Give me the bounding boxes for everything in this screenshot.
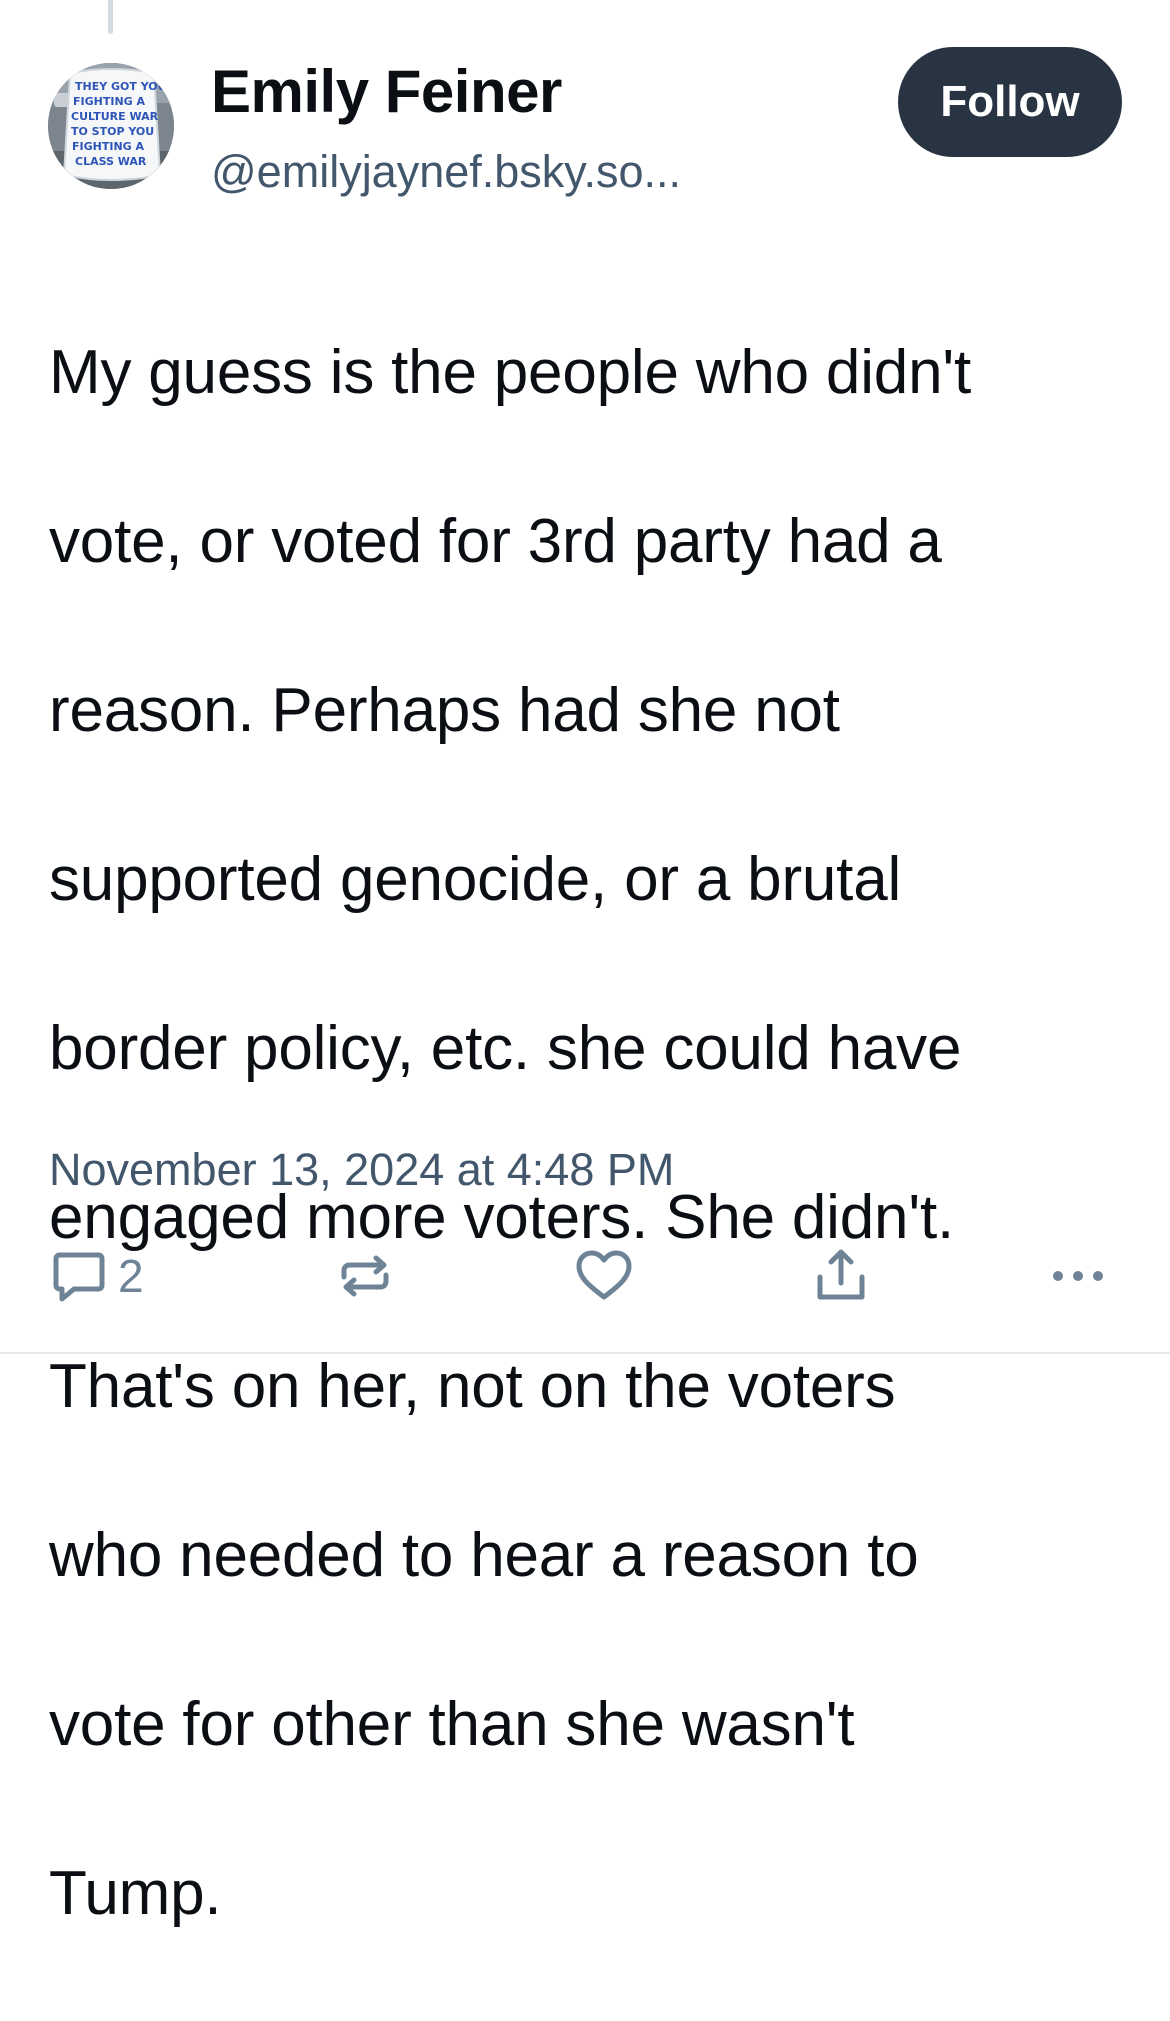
avatar-text-line: TO STOP YOU: [71, 125, 154, 138]
thread-connector-line: [108, 0, 113, 34]
share-icon: [817, 1249, 865, 1300]
like-button[interactable]: [574, 1236, 634, 1316]
repost-button[interactable]: [336, 1236, 394, 1316]
post-text-line: supported genocide, or a brutal: [49, 844, 902, 914]
author-display-name[interactable]: Emily Feiner: [211, 56, 562, 128]
more-dots-icon: [1053, 1271, 1103, 1281]
avatar-text-line: FIGHTING A: [73, 95, 146, 108]
post-text-line: Tump.: [49, 1858, 222, 1928]
post-text-line: vote, or voted for 3rd party had a: [49, 506, 942, 576]
avatar-text-line: CULTURE WAR: [71, 110, 159, 123]
post-text-line: who needed to hear a reason to: [49, 1520, 919, 1590]
post-text-line: vote for other than she wasn't: [49, 1689, 855, 1759]
reply-bubble-icon: [53, 1252, 105, 1302]
avatar-image: THEY GOT YOU FIGHTING A CULTURE WAR TO S…: [48, 63, 174, 189]
post-text-line: My guess is the people who didn't: [49, 337, 972, 407]
avatar-text-line: CLASS WAR: [75, 155, 147, 168]
author-avatar[interactable]: THEY GOT YOU FIGHTING A CULTURE WAR TO S…: [48, 63, 174, 189]
post-text-line: reason. Perhaps had she not: [49, 675, 840, 745]
reply-button[interactable]: 2: [50, 1236, 144, 1316]
heart-icon: [576, 1250, 632, 1300]
post-text-line: border policy, etc. she could have: [49, 1013, 962, 1083]
post-text: My guess is the people who didn't vote, …: [49, 246, 1139, 2021]
author-handle[interactable]: @emilyjaynef.bsky.so...: [211, 144, 681, 200]
follow-button[interactable]: Follow: [898, 47, 1122, 157]
repost-icon: [341, 1255, 389, 1297]
post-timestamp[interactable]: November 13, 2024 at 4:48 PM: [49, 1140, 674, 1200]
post-divider: [0, 1352, 1170, 1354]
reply-count: 2: [118, 1250, 144, 1302]
more-options-button[interactable]: [1050, 1236, 1106, 1316]
avatar-text-line: THEY GOT YOU: [75, 80, 167, 93]
share-button[interactable]: [812, 1236, 870, 1316]
post-text-line: That's on her, not on the voters: [49, 1351, 896, 1421]
avatar-text-line: FIGHTING A: [72, 140, 145, 153]
post-actions-bar: 2: [0, 1236, 1170, 1316]
